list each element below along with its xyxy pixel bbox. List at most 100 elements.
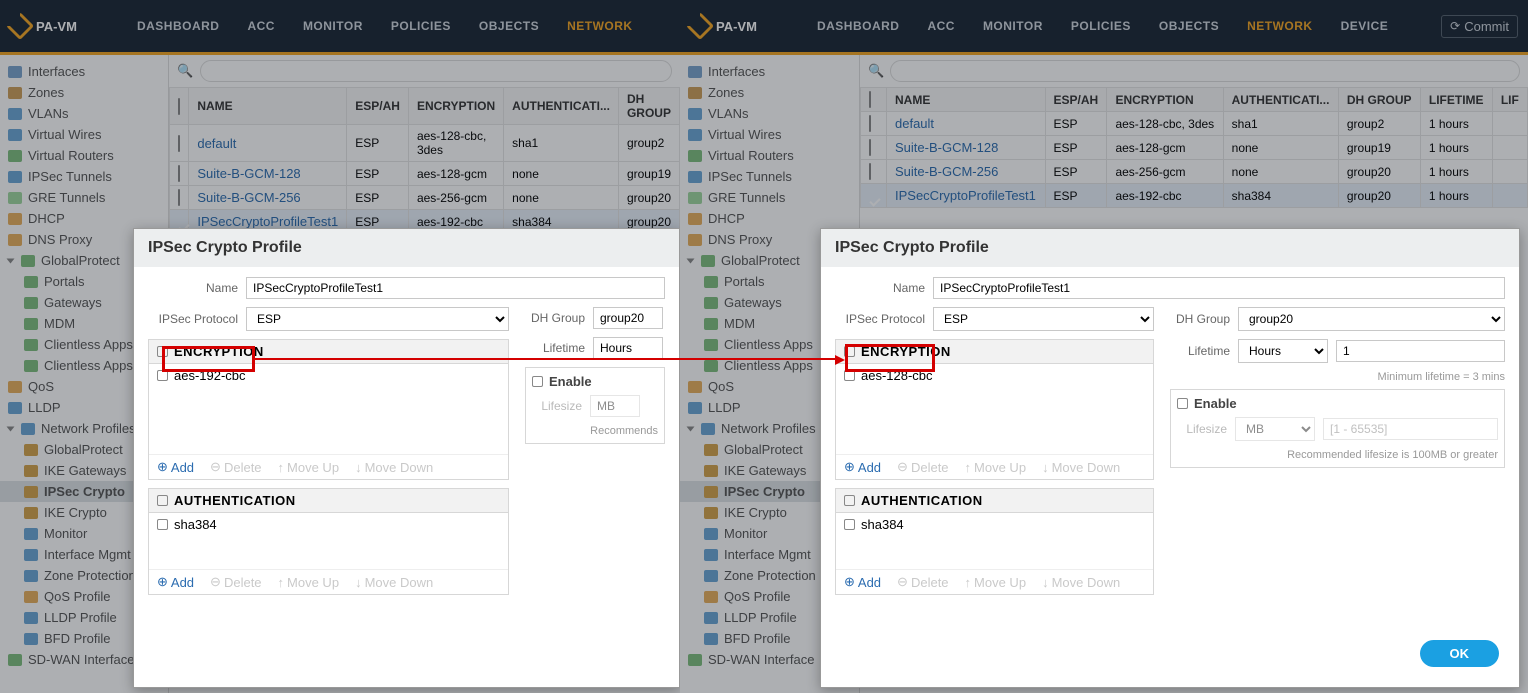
commit-button[interactable]: ⟳ Commit [1441, 15, 1518, 38]
dh-group-select[interactable]: group20 [1238, 307, 1505, 331]
row-checkbox[interactable] [178, 135, 180, 152]
auth-delete-button[interactable]: ⊖ Delete [897, 574, 948, 590]
nav-device[interactable]: DEVICE [1341, 19, 1389, 33]
encryption-moveup-button[interactable]: ↑ Move Up [278, 459, 340, 475]
row-link[interactable]: default [197, 136, 236, 151]
auth-add-button[interactable]: ⊕ Add [844, 574, 881, 590]
side-gretunnels[interactable]: GRE Tunnels [680, 187, 859, 208]
side-gretunnels[interactable]: GRE Tunnels [0, 187, 168, 208]
brand: PA-VM [10, 16, 77, 36]
ipsec-protocol-label: IPSec Protocol [148, 312, 238, 326]
row-checkbox[interactable] [869, 163, 871, 180]
ipsec-protocol-select[interactable]: ESP [933, 307, 1154, 331]
encryption-add-button[interactable]: ⊕ Add [844, 459, 881, 475]
side-ipsectunnels[interactable]: IPSec Tunnels [0, 166, 168, 187]
nav-objects[interactable]: OBJECTS [479, 19, 539, 33]
side-dhcp[interactable]: DHCP [680, 208, 859, 229]
encryption-movedown-button[interactable]: ↓ Move Down [1042, 459, 1120, 475]
auth-item-value: sha384 [861, 517, 904, 532]
side-ipsectunnels[interactable]: IPSec Tunnels [680, 166, 859, 187]
encryption-delete-button[interactable]: ⊖ Delete [210, 459, 261, 475]
ipsec-protocol-select[interactable]: ESP [246, 307, 509, 331]
side-vwires[interactable]: Virtual Wires [0, 124, 168, 145]
row-checkbox[interactable] [869, 115, 871, 132]
encryption-movedown-button[interactable]: ↓ Move Down [355, 459, 433, 475]
nav-monitor[interactable]: MONITOR [303, 19, 363, 33]
auth-item-checkbox[interactable] [844, 519, 855, 530]
name-input[interactable] [933, 277, 1505, 299]
nav-dashboard[interactable]: DASHBOARD [817, 19, 900, 33]
nav-acc[interactable]: ACC [247, 19, 275, 33]
side-interfaces[interactable]: Interfaces [680, 61, 859, 82]
encryption-add-button[interactable]: ⊕ Add [157, 459, 194, 475]
row-link[interactable]: IPSecCryptoProfileTest1 [895, 188, 1036, 203]
ipsec-crypto-profile-dialog: IPSec Crypto Profile Name IPSec Protocol… [133, 228, 680, 688]
auth-add-button[interactable]: ⊕ Add [157, 574, 194, 590]
lifesize-value-input[interactable] [1323, 418, 1498, 440]
select-all-checkbox[interactable] [869, 91, 871, 108]
lifesize-unit-input[interactable] [590, 395, 640, 417]
ipsec-protocol-label: IPSec Protocol [835, 312, 925, 326]
side-zones[interactable]: Zones [0, 82, 168, 103]
nav-monitor[interactable]: MONITOR [983, 19, 1043, 33]
side-vlans[interactable]: VLANs [680, 103, 859, 124]
encryption-moveup-button[interactable]: ↑ Move Up [965, 459, 1027, 475]
lifetime-unit-input[interactable] [593, 337, 663, 359]
profiles-table: NAMEESP/AHENCRYPTIONAUTHENTICATI...DH GR… [860, 87, 1528, 208]
row-link[interactable]: IPSecCryptoProfileTest1 [197, 214, 338, 229]
auth-movedown-button[interactable]: ↓ Move Down [1042, 574, 1120, 590]
auth-movedown-button[interactable]: ↓ Move Down [355, 574, 433, 590]
row-link[interactable]: Suite-B-GCM-256 [197, 190, 300, 205]
auth-moveup-button[interactable]: ↑ Move Up [965, 574, 1027, 590]
enable-checkbox[interactable] [532, 376, 543, 387]
search-input[interactable] [200, 60, 672, 82]
highlight-box-left [162, 346, 255, 372]
row-link[interactable]: Suite-B-GCM-256 [895, 164, 998, 179]
side-vrouters[interactable]: Virtual Routers [0, 145, 168, 166]
auth-item-checkbox[interactable] [157, 519, 168, 530]
nav-network[interactable]: NETWORK [567, 19, 633, 33]
table-row: Suite-B-GCM-128ESPaes-128-gcmnonegroup19… [861, 136, 1528, 160]
lifetime-unit-select[interactable]: Hours [1238, 339, 1328, 363]
search-icon: 🔍 [177, 63, 193, 79]
nav-policies[interactable]: POLICIES [391, 19, 451, 33]
nav-network[interactable]: NETWORK [1247, 19, 1313, 33]
side-dhcp[interactable]: DHCP [0, 208, 168, 229]
auth-moveup-button[interactable]: ↑ Move Up [278, 574, 340, 590]
authentication-box: AUTHENTICATION sha384 ⊕ Add ⊖ Delete ↑ M… [148, 488, 509, 595]
auth-select-all[interactable] [157, 495, 168, 506]
side-vrouters[interactable]: Virtual Routers [680, 145, 859, 166]
side-interfaces[interactable]: Interfaces [0, 61, 168, 82]
table-search-bar: 🔍 [169, 55, 680, 87]
dh-group-input[interactable] [593, 307, 663, 329]
row-link[interactable]: Suite-B-GCM-128 [197, 166, 300, 181]
lifetime-value-input[interactable] [1336, 340, 1505, 362]
auth-delete-button[interactable]: ⊖ Delete [210, 574, 261, 590]
auth-select-all[interactable] [844, 495, 855, 506]
dh-group-label: DH Group [1170, 312, 1230, 326]
ipsec-crypto-profile-dialog: IPSec Crypto Profile Name IPSec Protocol… [820, 228, 1520, 688]
row-checkbox[interactable] [178, 165, 180, 182]
side-vlans[interactable]: VLANs [0, 103, 168, 124]
dh-group-label: DH Group [525, 311, 585, 325]
nav-policies[interactable]: POLICIES [1071, 19, 1131, 33]
authentication-box: AUTHENTICATION sha384 ⊕ Add ⊖ Delete ↑ M… [835, 488, 1154, 595]
name-input[interactable] [246, 277, 665, 299]
nav-objects[interactable]: OBJECTS [1159, 19, 1219, 33]
ok-button[interactable]: OK [1420, 640, 1500, 667]
nav-dashboard[interactable]: DASHBOARD [137, 19, 220, 33]
row-checkbox[interactable] [869, 139, 871, 156]
enable-checkbox[interactable] [1177, 398, 1188, 409]
profiles-table: NAMEESP/AHENCRYPTIONAUTHENTICATI...DH GR… [169, 87, 680, 234]
row-link[interactable]: default [895, 116, 934, 131]
encryption-delete-button[interactable]: ⊖ Delete [897, 459, 948, 475]
side-zones[interactable]: Zones [680, 82, 859, 103]
search-input[interactable] [890, 60, 1520, 82]
row-checkbox[interactable] [178, 189, 180, 206]
table-row: Suite-B-GCM-256ESPaes-256-gcmnonegroup20… [861, 160, 1528, 184]
select-all-checkbox[interactable] [178, 98, 180, 115]
row-link[interactable]: Suite-B-GCM-128 [895, 140, 998, 155]
nav-acc[interactable]: ACC [927, 19, 955, 33]
lifesize-unit-select[interactable]: MB [1235, 417, 1315, 441]
side-vwires[interactable]: Virtual Wires [680, 124, 859, 145]
